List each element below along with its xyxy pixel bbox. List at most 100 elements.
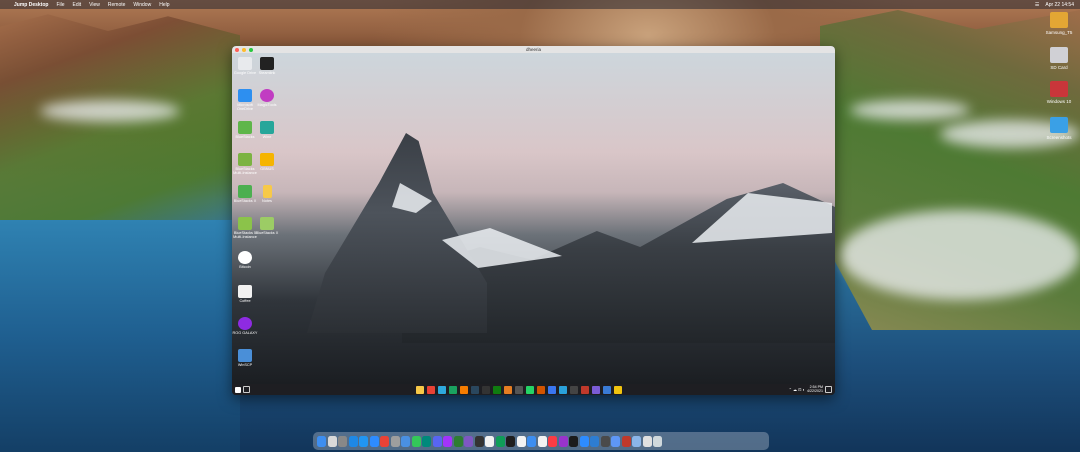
desktop-icon-label: SD Card — [1050, 65, 1068, 70]
remote-icon-label: GBNUS — [260, 167, 274, 171]
remote-desktop-window[interactable]: dheeria Google Drive Steamlink Microsoft… — [232, 46, 835, 395]
desktop-icon-windows-10[interactable]: Windows 10 — [1039, 81, 1079, 104]
dock-reminders-icon[interactable] — [537, 435, 547, 447]
remote-icon-bitcoin[interactable]: Bitcoin — [232, 251, 258, 269]
remote-icon-winscp[interactable]: WinSCP — [232, 349, 258, 367]
menu-item-view[interactable]: View — [89, 2, 100, 8]
xbox-icon[interactable] — [493, 385, 502, 394]
remote-icon-wine[interactable]: Wine — [254, 121, 280, 139]
signal-icon[interactable] — [548, 385, 557, 394]
remote-icon-steamlink[interactable]: Steamlink — [254, 57, 280, 75]
dock-terminal-icon[interactable] — [506, 435, 515, 447]
dock-chat-icon[interactable] — [453, 435, 463, 447]
menu-app-name[interactable]: Jump Desktop — [14, 2, 48, 8]
remote-icon-label: Wine — [262, 135, 272, 139]
menu-item-help[interactable]: Help — [159, 2, 169, 8]
remote-icon-magictools[interactable]: MagicTools — [254, 89, 280, 107]
app-icon[interactable] — [537, 385, 546, 394]
dock-trash-icon[interactable] — [653, 435, 662, 447]
dock-jump-desktop-icon[interactable] — [590, 435, 599, 447]
dock-app-store-icon[interactable] — [348, 435, 358, 447]
remote-icon-label: Notes — [262, 199, 272, 203]
app-icon[interactable] — [504, 385, 513, 394]
winscp-icon — [238, 349, 252, 362]
dock-mail-icon[interactable] — [401, 435, 410, 447]
app-icon[interactable] — [570, 385, 579, 394]
dock-discord-icon[interactable] — [432, 435, 442, 447]
settings-icon[interactable] — [515, 385, 524, 394]
dock-notion-icon[interactable] — [485, 435, 494, 447]
dock-messenger-icon[interactable] — [443, 435, 452, 447]
bluestacks-multi-icon — [238, 153, 252, 166]
dock-google-meet-icon[interactable] — [422, 435, 431, 447]
whatsapp-icon[interactable] — [526, 385, 535, 394]
system-tray-icon[interactable]: ⌃ ☁ ⊡ ◐ — [789, 387, 805, 392]
remote-icon-gbnus[interactable]: GBNUS — [254, 153, 280, 171]
app-icon[interactable] — [581, 385, 590, 394]
dock-finder-icon[interactable] — [317, 435, 326, 447]
terminal-icon[interactable] — [482, 385, 491, 394]
menu-item-file[interactable]: File — [56, 2, 64, 8]
bitcoin-icon — [238, 251, 252, 264]
dock-music-icon[interactable] — [548, 435, 557, 447]
google-drive-icon — [238, 57, 252, 70]
lightning-icon — [260, 153, 274, 166]
bluestacks-x-icon — [238, 185, 252, 198]
menu-clock[interactable]: Apr 22 14:54 — [1045, 2, 1074, 8]
menu-item-window[interactable]: Window — [133, 2, 151, 8]
app-icon[interactable] — [614, 385, 623, 394]
dock-chrome-icon[interactable] — [380, 435, 389, 447]
dock-calculator-icon[interactable] — [338, 435, 347, 447]
dock-app-icon[interactable] — [600, 435, 610, 447]
taskbar-clock[interactable]: 2:54 PM 4/22/2021 — [807, 385, 823, 394]
telegram-icon[interactable] — [559, 385, 568, 394]
firefox-icon[interactable] — [460, 385, 469, 394]
windows-start-icon[interactable] — [235, 386, 241, 393]
control-center-icon[interactable]: ☰ — [1035, 2, 1039, 8]
menu-item-remote[interactable]: Remote — [108, 2, 126, 8]
dock-app-icon[interactable] — [527, 435, 536, 447]
dock-zoom-icon[interactable] — [369, 435, 379, 447]
dock-terminal-icon[interactable] — [474, 435, 484, 447]
desktop-icon-label: Screenshots — [1046, 135, 1072, 140]
visual-studio-icon[interactable] — [592, 385, 601, 394]
desktop-icon-sd-card[interactable]: SD Card — [1039, 47, 1079, 70]
remote-icon-bluestacks-cube[interactable]: BlueStacks X — [254, 217, 280, 235]
dock — [313, 432, 769, 450]
menu-item-edit[interactable]: Edit — [73, 2, 82, 8]
chrome-icon[interactable] — [427, 385, 436, 394]
dock-app-icon[interactable] — [579, 435, 589, 447]
steam-icon[interactable] — [471, 385, 480, 394]
notification-icon[interactable] — [825, 386, 833, 393]
dock-pages-icon[interactable] — [516, 435, 526, 447]
dock-documents-icon[interactable] — [642, 435, 652, 447]
remote-icon-coffee[interactable]: Coffee — [232, 285, 258, 303]
onedrive-icon — [238, 89, 252, 102]
dock-cloud-icon[interactable] — [390, 435, 400, 447]
remote-icon-notes[interactable]: Notes — [254, 185, 280, 203]
dock-messages-icon[interactable] — [411, 435, 421, 447]
dock-screen-sharing-icon[interactable] — [611, 435, 620, 447]
edge-icon[interactable] — [438, 385, 447, 394]
task-view-icon[interactable] — [243, 386, 250, 393]
remote-icon-label: MagicTools — [257, 103, 277, 107]
app-icon[interactable] — [449, 385, 458, 394]
window-titlebar[interactable]: dheeria — [232, 46, 835, 53]
remote-icon-label: BlueStacks X — [255, 231, 279, 235]
remote-icon-rog-galaxy[interactable]: ROG GALAXY — [232, 317, 258, 335]
file-explorer-icon[interactable] — [416, 385, 425, 394]
dock-preview-icon[interactable] — [632, 435, 641, 447]
app-icon[interactable] — [603, 385, 612, 394]
dock-safari-icon[interactable] — [359, 435, 368, 447]
dock-check-icon[interactable] — [464, 435, 473, 447]
dock-app-icon[interactable] — [621, 435, 631, 447]
desktop-icon-label: Samsung_T5 — [1045, 30, 1073, 35]
desktop-icon-samsung-t5[interactable]: Samsung_T5 — [1039, 12, 1079, 35]
dock-launchpad-icon[interactable] — [327, 435, 337, 447]
dock-tv-icon[interactable] — [569, 435, 578, 447]
desktop-icon-screenshots[interactable]: Screenshots — [1039, 117, 1079, 140]
windows-taskbar: ⌃ ☁ ⊡ ◐ 2:54 PM 4/22/2021 — [232, 384, 835, 395]
coffee-icon — [238, 285, 252, 298]
dock-sheets-icon[interactable] — [495, 435, 505, 447]
dock-podcasts-icon[interactable] — [558, 435, 568, 447]
